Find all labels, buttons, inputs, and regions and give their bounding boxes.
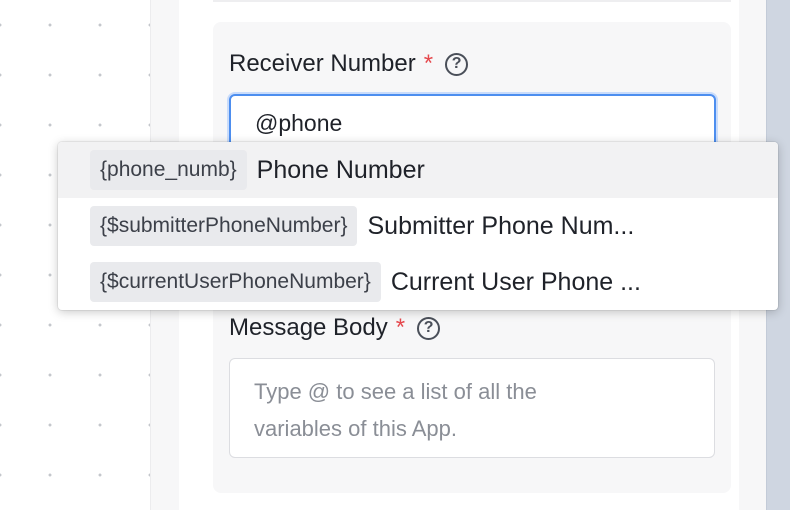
suggestion-label: Submitter Phone Num... bbox=[367, 211, 635, 240]
variable-tag: {$currentUserPhoneNumber} bbox=[90, 262, 381, 302]
required-mark: * bbox=[395, 314, 406, 341]
required-mark: * bbox=[423, 50, 434, 77]
message-body-label-text: Message Body bbox=[229, 314, 388, 341]
receiver-number-label: Receiver Number * ? bbox=[229, 50, 469, 78]
message-body-placeholder-line: Type @ to see a list of all the bbox=[254, 379, 537, 404]
message-body-textarea[interactable]: Type @ to see a list of all the variable… bbox=[229, 358, 715, 458]
variable-suggestions-dropdown: {phone_numb} Phone Number {$submitterPho… bbox=[58, 142, 778, 310]
suggestion-label: Current User Phone ... bbox=[390, 267, 641, 296]
receiver-number-value: @phone bbox=[255, 110, 343, 136]
help-icon[interactable]: ? bbox=[417, 316, 441, 340]
suggestion-item-phone-number[interactable]: {phone_numb} Phone Number bbox=[58, 142, 778, 198]
suggestion-item-current-user-phone[interactable]: {$currentUserPhoneNumber} Current User P… bbox=[58, 254, 778, 310]
app-canvas: Receiver Number * ? @phone Message Body … bbox=[0, 0, 790, 510]
receiver-number-label-text: Receiver Number bbox=[229, 50, 416, 77]
message-body-placeholder-line: variables of this App. bbox=[254, 416, 458, 441]
variable-tag: {phone_numb} bbox=[90, 150, 247, 190]
help-icon[interactable]: ? bbox=[445, 52, 469, 76]
previous-card-edge bbox=[213, 0, 731, 2]
message-body-label: Message Body * ? bbox=[229, 314, 441, 342]
suggestion-label: Phone Number bbox=[256, 155, 425, 184]
suggestion-item-submitter-phone[interactable]: {$submitterPhoneNumber} Submitter Phone … bbox=[58, 198, 778, 254]
variable-tag: {$submitterPhoneNumber} bbox=[90, 206, 358, 246]
